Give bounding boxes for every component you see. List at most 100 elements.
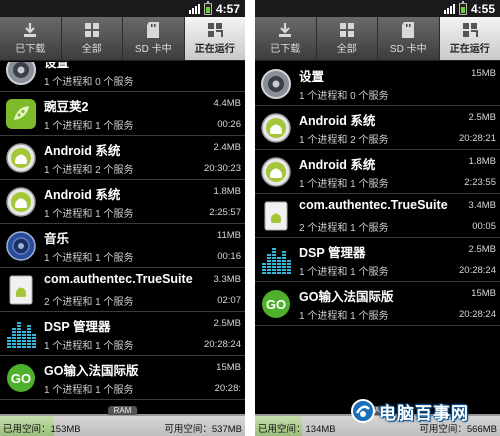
go-keyboard-icon: GO [260,288,292,320]
process-summary: 2 个进程和 1 个服务 [44,297,134,308]
ram-free-text: 可用空间：537MB [164,424,242,435]
process-summary: 1 个进程和 1 个服务 [299,311,389,322]
watermark-text: 电脑百事网 [379,403,469,424]
settings-gear-icon [260,68,292,100]
process-uptime: 20:30:23 [204,163,241,174]
status-bar: 4:55 [255,0,500,17]
process-uptime: 2:25:57 [209,207,241,218]
process-memory: 2.4MB [213,142,241,153]
process-row[interactable]: 设置 1 个进程和 0 个服务 16MB [0,62,245,92]
process-uptime: 20:28:24 [204,339,241,350]
phone-screen-left: 4:57已下载全部SD 卡中正在运行设置1 个进程和 0 个服务16MB豌豆荚2… [0,0,245,436]
process-memory: 3.3MB [213,274,241,285]
tab-3[interactable]: 正在运行 [439,17,500,60]
android-package-icon [260,200,292,232]
tab-bar: 已下载 全部 SD 卡中 正在运行 [0,17,245,61]
process-summary: 2 个进程和 1 个服务 [299,223,389,234]
tab-2[interactable]: SD 卡中 [378,17,440,60]
process-memory: 2.5MB [468,244,496,255]
sd-card-icon [144,21,162,43]
ram-used-text: 已用空间：153MB [3,424,81,435]
android-system-icon [260,156,292,188]
process-summary: 1 个进程和 2 个服务 [44,165,134,176]
process-row[interactable]: Android 系统 1 个进程和 2 个服务 2.5MB 20:28:21 [255,106,500,150]
svg-text:GO: GO [11,371,31,386]
process-row[interactable]: Android 系统 1 个进程和 1 个服务 1.8MB 2:23:55 [255,150,500,194]
process-memory: 2.5MB [213,318,241,329]
process-uptime: 20:28:24 [459,309,496,320]
process-row[interactable]: com.authentec.TrueSuiteMo 2 个进程和 1 个服务 3.4… [255,194,500,238]
running-process-list[interactable]: 设置 1 个进程和 0 个服务 15MB Android 系统 1 个进程和 2 个服务… [255,62,500,414]
phone-screen-right: 4:55 已下载 全部 SD 卡中 正在运行 设置 1 个进程和 0 个服务 15MB Andr… [255,0,500,436]
process-memory: 2.5MB [468,112,496,123]
process-row[interactable]: DSP 管理器 1 个进程和 1 个服务 2.5MB 20:28:24 [255,238,500,282]
process-uptime: 20:28:21 [459,133,496,144]
process-memory: 15MB [471,288,496,299]
process-name: DSP 管理器 [299,246,366,260]
process-name: com.authentec.TrueSuiteMo [299,198,448,212]
process-row[interactable]: GO GO输入法国际版 1 个进程和 1 个服务 15MB 20:28: [0,356,245,400]
process-row[interactable]: 音乐 1 个进程和 1 个服务 11MB 00:16 [0,224,245,268]
tab-1[interactable]: 全部 [317,17,378,60]
process-uptime: 00:05 [472,221,496,232]
status-time: 4:55 [470,1,495,16]
process-uptime: 02:07 [217,295,241,306]
tab-3[interactable]: 正在运行 [184,17,245,60]
pcpop-logo-icon [351,399,375,423]
process-name: GO输入法国际版 [299,290,394,304]
process-summary: 1 个进程和 1 个服务 [44,209,134,220]
process-memory: 4.4MB [213,98,241,109]
process-name: Android 系统 [44,188,121,202]
process-summary: 1 个进程和 0 个服务 [44,77,134,88]
go-keyboard-icon: GO [5,362,37,394]
running-apps-icon [461,21,479,43]
process-memory: 16MB [216,62,241,65]
signal-icon [188,3,200,14]
tab-0[interactable]: 已下载 [0,17,62,60]
tab-2[interactable]: SD 卡中 [123,17,185,60]
process-row[interactable]: 设置 1 个进程和 0 个服务 15MB [255,62,500,106]
process-name: com.authentec.TrueSuiteMo [44,272,193,286]
process-memory: 11MB [216,230,241,241]
ram-used-text: 已用空间：134MB [258,424,336,435]
ram-label: RAM [107,406,138,415]
battery-icon [458,0,467,15]
process-uptime: 20:28:24 [459,265,496,276]
process-row[interactable]: Android 系统 1 个进程和 1 个服务 1.8MB 2:25:57 [0,180,245,224]
status-bar: 4:57 [0,0,245,17]
music-speaker-icon [5,230,37,262]
process-uptime: 00:26 [217,119,241,130]
process-summary: 1 个进程和 1 个服务 [44,253,134,264]
process-summary: 1 个进程和 2 个服务 [299,135,389,146]
process-summary: 1 个进程和 1 个服务 [299,179,389,190]
process-row[interactable]: DSP 管理器 1 个进程和 1 个服务 2.5MB 20:28:24 [0,312,245,356]
grid-icon [338,21,356,43]
signal-icon [443,3,455,14]
ram-usage-bar: RAM 已用空间：153MB 可用空间：537MB [0,406,245,436]
process-uptime: 2:23:55 [464,177,496,188]
process-row[interactable]: GO GO输入法国际版 1 个进程和 1 个服务 15MB 20:28:24 [255,282,500,326]
android-system-icon [260,112,292,144]
process-row[interactable]: 豌豆荚2 1 个进程和 1 个服务 4.4MB 00:26 [0,92,245,136]
dsp-equalizer-icon [260,244,292,276]
process-name: 豌豆荚2 [44,100,89,114]
tab-1[interactable]: 全部 [62,17,123,60]
status-time: 4:57 [215,1,240,16]
process-name: Android 系统 [299,114,376,128]
process-row[interactable]: Android 系统 1 个进程和 2 个服务 2.4MB 20:30:23 [0,136,245,180]
grid-icon [83,21,101,43]
process-summary: 1 个进程和 0 个服务 [299,91,389,102]
process-row[interactable]: com.authentec.TrueSuiteMo 2 个进程和 1 个服务 3.3… [0,268,245,312]
process-memory: 15MB [471,68,496,79]
process-memory: 1.8MB [468,156,496,167]
download-icon [276,21,294,43]
sd-card-icon [399,21,417,43]
process-name: 音乐 [44,232,70,246]
process-uptime: 00:16 [217,251,241,262]
running-apps-icon [206,21,224,43]
tab-0[interactable]: 已下载 [255,17,317,60]
running-process-list[interactable]: 设置 1 个进程和 0 个服务 16MB 豌豆荚2 1 个进程和 1 个服务 4.4MB 0… [0,62,245,414]
process-summary: 1 个进程和 1 个服务 [299,267,389,278]
svg-text:GO: GO [266,297,286,312]
process-memory: 1.8MB [213,186,241,197]
